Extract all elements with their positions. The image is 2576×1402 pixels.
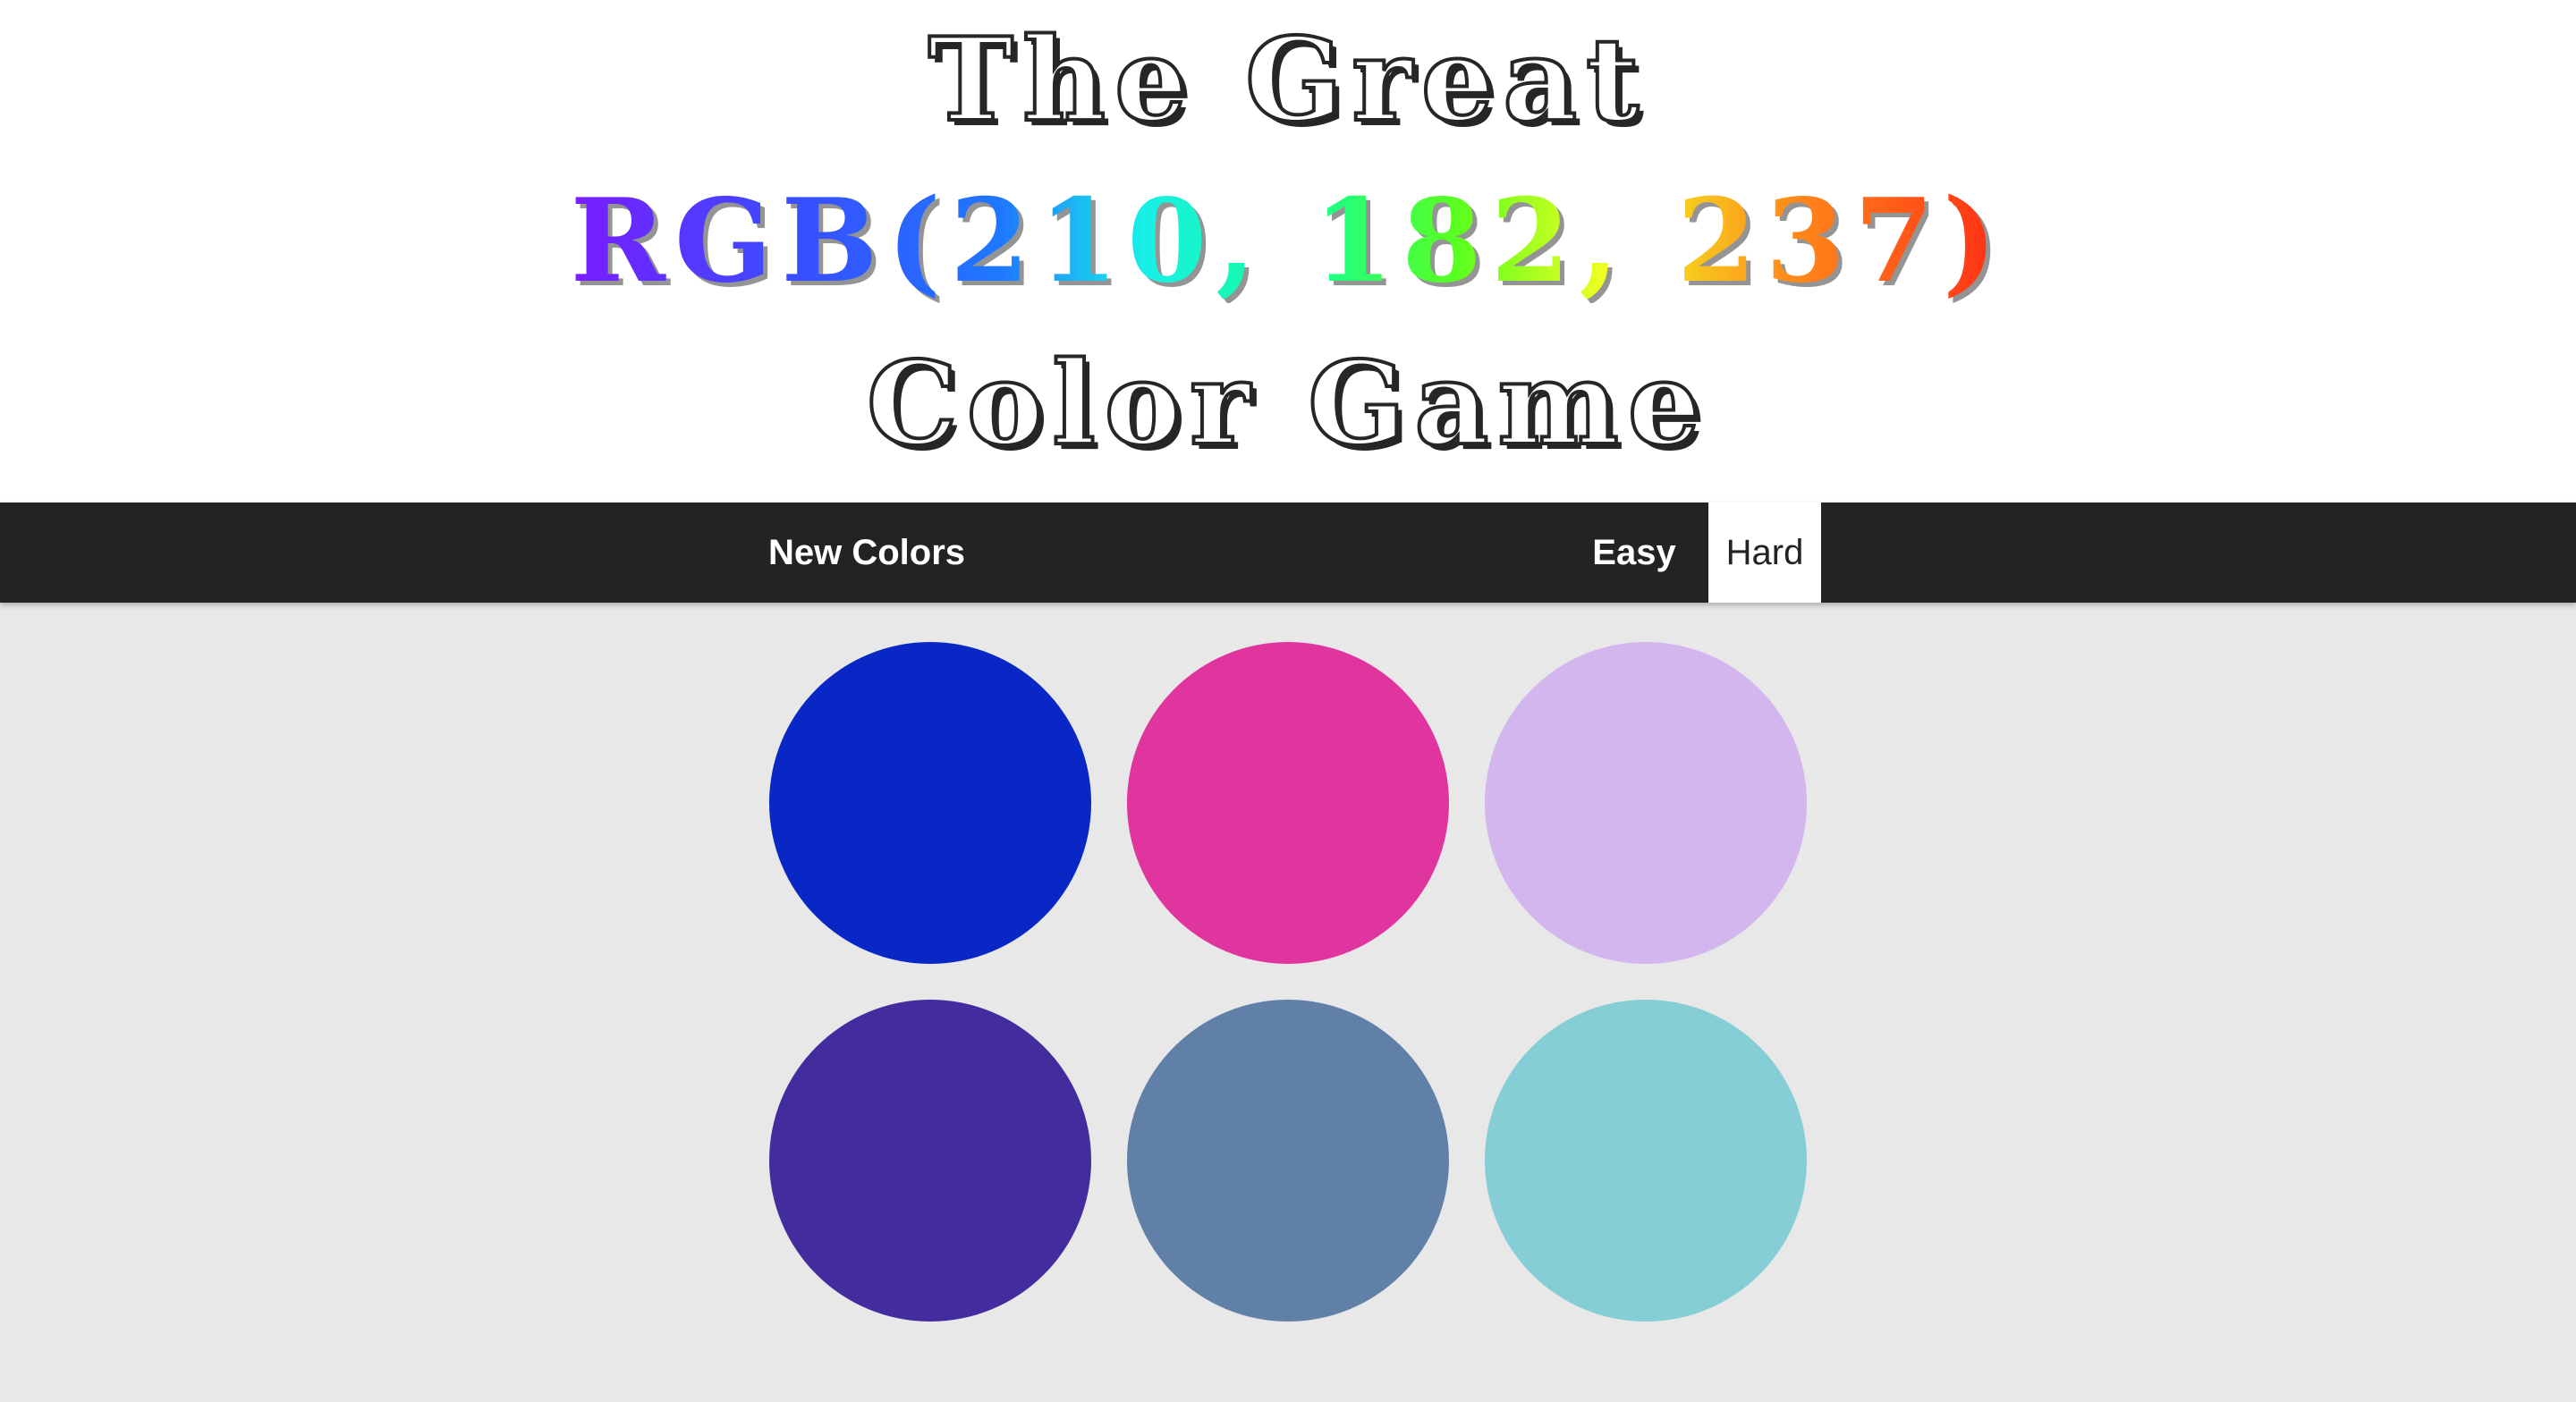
- control-bar: New Colors Easy Hard: [0, 503, 2576, 603]
- color-square[interactable]: [1485, 1000, 1807, 1322]
- target-color-display: RGB(210, 182, 237): [0, 184, 2576, 299]
- header: The Great RGB(210, 182, 237) Color Game: [0, 0, 2576, 503]
- new-colors-button[interactable]: New Colors: [757, 503, 977, 603]
- color-square[interactable]: [1485, 642, 1807, 964]
- color-square[interactable]: [769, 642, 1091, 964]
- color-square[interactable]: [769, 1000, 1091, 1322]
- color-square[interactable]: [1127, 642, 1449, 964]
- title-line-3: Color Game: [865, 337, 1710, 471]
- color-square[interactable]: [1127, 1000, 1449, 1322]
- easy-mode-button[interactable]: Easy: [1578, 503, 1690, 603]
- hard-mode-button[interactable]: Hard: [1708, 503, 1821, 603]
- title-line-1: The Great: [927, 13, 1648, 148]
- target-rgb-label: RGB(210, 182, 237): [570, 174, 2006, 308]
